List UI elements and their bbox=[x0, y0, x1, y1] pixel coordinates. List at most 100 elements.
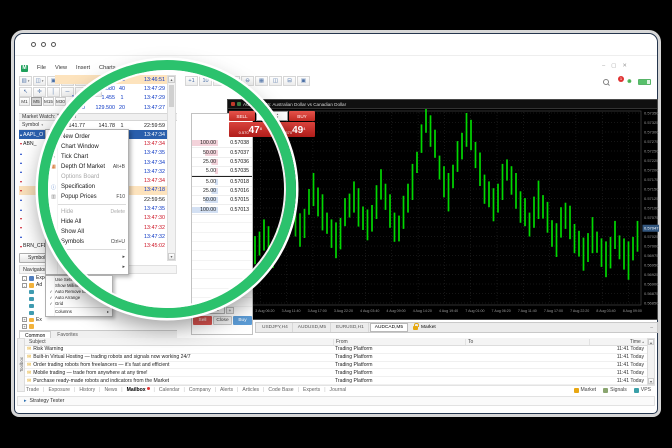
scroll-up-icon[interactable]: ▴ bbox=[648, 339, 654, 345]
collapse-icon[interactable]: – bbox=[650, 325, 653, 331]
grid-icon[interactable]: ▦ bbox=[255, 75, 268, 86]
toolbox-tab-mailbox[interactable]: Mailbox bbox=[126, 387, 151, 393]
window-titlebar[interactable] bbox=[15, 34, 657, 56]
zoom-out-icon[interactable]: ⊖ bbox=[241, 75, 254, 86]
notifications-icon[interactable]: 1 bbox=[614, 75, 624, 86]
window-list-icon[interactable]: ▣ bbox=[297, 75, 310, 86]
tree-expand-icon[interactable]: + bbox=[22, 317, 27, 323]
market-watch-scrollbar[interactable]: ▴ ▾ bbox=[167, 75, 176, 261]
toolbox-tab-calendar[interactable]: Calendar bbox=[158, 387, 181, 393]
volume-minus-button[interactable]: – bbox=[194, 306, 202, 314]
chart-step-icon[interactable]: 10 bbox=[199, 75, 212, 86]
menu-item-charts[interactable]: Charts bbox=[99, 65, 115, 71]
market-watch-row[interactable]: 2.953 78 13:46:51 bbox=[55, 75, 167, 85]
column-subject[interactable]: Subject bbox=[25, 339, 333, 345]
dom-row[interactable]: 25.00 0.57036 bbox=[192, 158, 252, 168]
column-time[interactable]: Time ▴ bbox=[589, 338, 647, 345]
menu-item-tools[interactable]: Tools bbox=[125, 65, 138, 71]
market-tab-label[interactable]: Market bbox=[421, 325, 436, 330]
close-button[interactable]: Close bbox=[213, 316, 232, 325]
dom-row[interactable]: 50.00 0.57015 bbox=[192, 196, 252, 206]
dom-row[interactable]: 50.00 0.57037 bbox=[192, 148, 252, 158]
context-menu-item-submenu[interactable]: ▸ bbox=[46, 252, 128, 262]
window-dot-icon[interactable] bbox=[31, 42, 36, 47]
dom-row[interactable]: 25.00 0.57016 bbox=[192, 187, 252, 197]
minimize-icon[interactable]: – bbox=[602, 63, 605, 69]
navigator-tree-item[interactable]: + Ex bbox=[19, 316, 177, 323]
timeframe-m15[interactable]: M15 bbox=[43, 97, 54, 106]
timeframe-m1[interactable]: M1 bbox=[19, 97, 30, 106]
chart-tab-audcad-m5[interactable]: AUDCAD,M5 bbox=[369, 323, 409, 332]
sell-button[interactable]: Sell bbox=[193, 316, 212, 325]
dom-row[interactable]: 5.00 0.57035 bbox=[192, 167, 252, 177]
sell-price-button[interactable]: 0.570 47 8 bbox=[229, 122, 272, 137]
window-dot-icon[interactable] bbox=[51, 42, 56, 47]
maximize-icon[interactable]: ▢ bbox=[611, 63, 616, 69]
toolbox-tab-alerts[interactable]: Alerts bbox=[219, 387, 234, 393]
menu-item-help[interactable]: Help bbox=[176, 65, 188, 71]
toolbox-tab-journal[interactable]: Journal bbox=[329, 387, 348, 393]
tile-horizontal-icon[interactable]: ◫ bbox=[269, 75, 282, 86]
menu-item-view[interactable]: View bbox=[55, 65, 67, 71]
dom-row[interactable]: 5.00 0.57018 bbox=[192, 177, 252, 187]
mail-scrollbar[interactable]: ▴ ▾ bbox=[647, 338, 655, 385]
context-menu-item-use-sets[interactable]: Use Sets bbox=[46, 277, 112, 283]
context-menu-item-options-board[interactable]: Options Board bbox=[46, 172, 128, 182]
context-menu-item-grid[interactable]: ✓ Grid bbox=[46, 300, 112, 306]
volume-spinner-icon[interactable]: ▴ ▾ bbox=[277, 113, 279, 119]
context-menu-item-submenu[interactable]: ▸ bbox=[46, 262, 128, 272]
market-watch-row[interactable]: 177.080 40 13:47:29 bbox=[55, 84, 167, 93]
chart-titlebar[interactable]: AUDCAD,M5: Australian Dollar vs Canadian… bbox=[228, 100, 657, 109]
toolbox-tab-articles[interactable]: Articles bbox=[241, 387, 260, 393]
tile-vertical-icon[interactable]: ⊟ bbox=[283, 75, 296, 86]
one-click-volume-field[interactable]: 0.01 ▴ ▾ bbox=[256, 111, 288, 121]
dom-row[interactable]: 100.00 0.57038 bbox=[192, 139, 252, 149]
scroll-down-icon[interactable]: ▾ bbox=[168, 253, 175, 260]
menu-item-insert[interactable]: Insert bbox=[76, 65, 90, 71]
strategy-tester-bar[interactable]: ▸ Strategy Tester bbox=[17, 396, 655, 406]
search-icon[interactable] bbox=[603, 79, 609, 85]
context-menu-item-auto-remove-expired[interactable]: ✓ Auto Remove Expired bbox=[46, 289, 112, 295]
price-chart[interactable]: 0.57350 0.57325 0.57300 0.57275 0.57250 0.572… bbox=[228, 109, 659, 309]
statusbar-market[interactable]: Market bbox=[573, 387, 596, 393]
mail-row[interactable]: ✉ Built-in Virtual Hosting — trading robo… bbox=[25, 354, 647, 362]
one-click-sell-button[interactable]: SELL bbox=[229, 111, 255, 121]
toolbox-tab-trade[interactable]: Trade bbox=[25, 387, 40, 393]
toolbox-vertical-tab[interactable]: Toolbox bbox=[17, 338, 25, 392]
volume-plus-button[interactable]: + bbox=[226, 306, 234, 314]
mail-row[interactable]: ✉ Purchase ready-made robots and indicato… bbox=[25, 377, 647, 385]
account-icon[interactable]: ☻ bbox=[626, 78, 633, 85]
market-watch-row[interactable]: 1.454 1.455 1 13:47:29 bbox=[55, 94, 167, 103]
tree-expand-icon[interactable]: + bbox=[22, 324, 27, 330]
chart-tab-usdjpy-h4[interactable]: USDJPY,H4 bbox=[258, 323, 293, 332]
context-menu-item-symbols[interactable]: Symbols Ctrl+U bbox=[46, 237, 128, 247]
toolbox-tab-experts[interactable]: Experts bbox=[302, 387, 321, 393]
tick-chart-icon[interactable]: ≈ bbox=[213, 75, 226, 86]
scroll-down-icon[interactable]: ▾ bbox=[648, 378, 654, 384]
toolbox-tab-exposure[interactable]: Exposure bbox=[47, 387, 71, 393]
statusbar-vps[interactable]: VPS bbox=[633, 387, 651, 393]
statusbar-signals[interactable]: Signals bbox=[603, 387, 627, 393]
context-menu-item-new-order[interactable]: New Order bbox=[46, 132, 128, 142]
context-menu-item-depth-of-market[interactable]: ▦ Depth Of Market Alt+B bbox=[46, 162, 128, 172]
new-chart-icon[interactable]: ◫ ▾ bbox=[33, 75, 46, 86]
scrollbar-thumb[interactable] bbox=[169, 85, 174, 107]
column-to[interactable]: To bbox=[465, 338, 589, 345]
buy-button[interactable]: Buy bbox=[233, 316, 252, 325]
context-menu-item-popup-prices[interactable]: ▥ Popup Prices F10 bbox=[46, 192, 128, 202]
context-menu-item-chart-window[interactable]: ◫ Chart Window bbox=[46, 142, 128, 152]
menu-item-window[interactable]: Window bbox=[147, 65, 167, 71]
close-icon[interactable]: ✕ bbox=[622, 63, 627, 69]
scroll-up-icon[interactable]: ▴ bbox=[168, 76, 175, 83]
toolbox-tab-history[interactable]: History bbox=[78, 387, 96, 393]
market-watch-row[interactable]: 129.480 129.500 20 13:47:27 bbox=[55, 103, 167, 112]
toolbox-tab-company[interactable]: Company bbox=[188, 387, 212, 393]
context-menu-item-hide-all[interactable]: Hide All bbox=[46, 217, 128, 227]
mail-row[interactable]: ✉ Mobile trading — trade from anywhere at… bbox=[25, 369, 647, 378]
context-menu-item-hide[interactable]: Hide Delete bbox=[46, 207, 128, 217]
cursor-icon[interactable]: ↖ bbox=[19, 86, 32, 97]
window-dot-icon[interactable] bbox=[41, 42, 46, 47]
timeframe-m5[interactable]: M5 bbox=[31, 97, 42, 106]
context-menu-item-columns[interactable]: Columns ▸ bbox=[46, 309, 112, 315]
chart-type-icon[interactable]: ▥ ▾ bbox=[19, 75, 32, 86]
